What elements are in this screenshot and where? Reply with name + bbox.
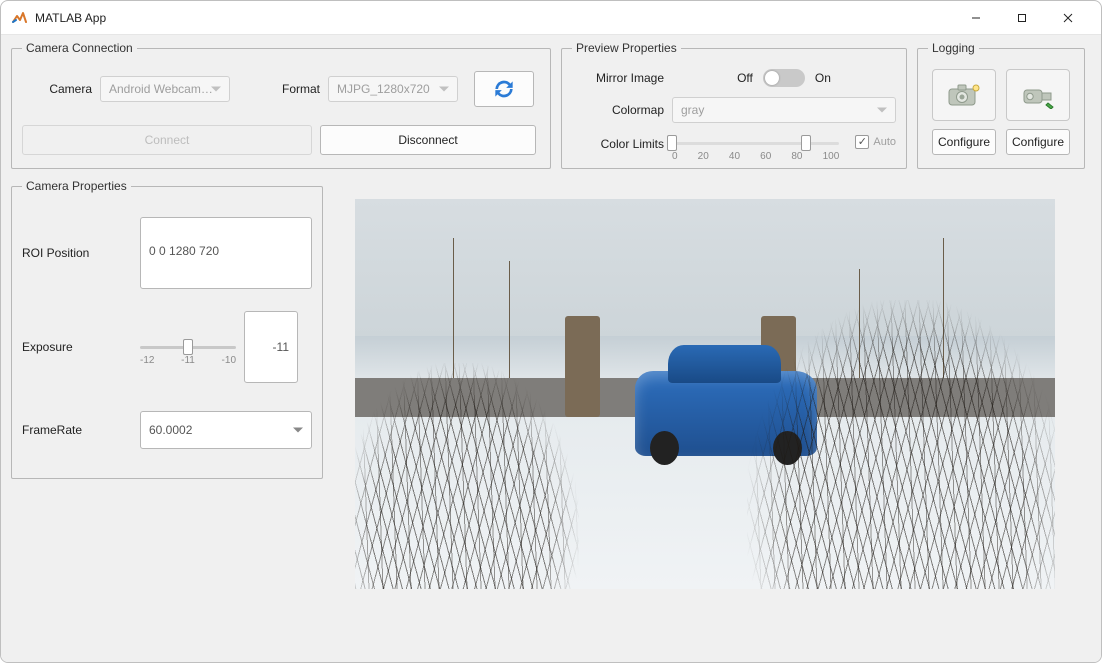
framerate-label: FrameRate — [22, 423, 132, 437]
format-select-value: MJPG_1280x720 — [337, 82, 430, 96]
matlab-logo-icon — [11, 10, 27, 26]
snapshot-log-button[interactable] — [932, 69, 996, 121]
app-window: MATLAB App Camera Connection Camera Andr… — [0, 0, 1102, 663]
colormap-label: Colormap — [572, 103, 664, 117]
exposure-slider[interactable]: -12 -11 -10 — [140, 337, 236, 357]
maximize-button[interactable] — [999, 3, 1045, 33]
roi-position-field[interactable]: 0 0 1280 720 — [140, 217, 312, 289]
connect-button[interactable]: Connect — [22, 125, 312, 155]
color-limits-slider[interactable]: 0 20 40 60 80 100 — [672, 133, 839, 153]
camera-select-value: Android Webcam… — [109, 82, 213, 96]
mirror-image-label: Mirror Image — [572, 71, 664, 85]
camera-icon — [946, 81, 982, 109]
exposure-label: Exposure — [22, 340, 132, 354]
preview-area — [355, 199, 1055, 589]
chevron-down-icon — [293, 428, 303, 433]
camera-connection-panel: Camera Connection Camera Android Webcam…… — [11, 41, 551, 169]
video-log-button[interactable] — [1006, 69, 1070, 121]
roi-position-label: ROI Position — [22, 246, 132, 260]
chevron-down-icon — [877, 108, 887, 113]
color-limits-thumb-high[interactable] — [801, 135, 811, 151]
chevron-down-icon — [439, 87, 449, 92]
format-label: Format — [250, 82, 320, 96]
refresh-icon — [491, 76, 517, 102]
preview-properties-panel: Preview Properties Mirror Image Off On C… — [561, 41, 907, 169]
auto-label: Auto — [873, 136, 896, 148]
color-limits-ticks: 0 20 40 60 80 100 — [672, 151, 839, 162]
camera-properties-legend: Camera Properties — [22, 179, 131, 193]
colormap-select[interactable]: gray — [672, 97, 896, 123]
preview-properties-legend: Preview Properties — [572, 41, 681, 55]
close-button[interactable] — [1045, 3, 1091, 33]
roi-position-value: 0 0 1280 720 — [149, 244, 219, 258]
exposure-field[interactable]: -11 — [244, 311, 298, 383]
connect-button-label: Connect — [145, 133, 190, 147]
configure-snapshot-label: Configure — [938, 135, 990, 149]
logging-legend: Logging — [928, 41, 979, 55]
auto-checkbox[interactable] — [855, 135, 869, 149]
framerate-value: 60.0002 — [149, 423, 192, 437]
color-limits-label: Color Limits — [572, 133, 664, 151]
mirror-toggle[interactable] — [763, 69, 805, 87]
camera-select[interactable]: Android Webcam… — [100, 76, 230, 102]
color-limits-thumb-low[interactable] — [667, 135, 677, 151]
refresh-button[interactable] — [474, 71, 534, 107]
camcorder-icon — [1020, 81, 1056, 109]
disconnect-button-label: Disconnect — [398, 133, 457, 147]
camera-label: Camera — [22, 82, 92, 96]
mirror-on-label: On — [815, 71, 831, 85]
configure-video-button[interactable]: Configure — [1006, 129, 1070, 155]
disconnect-button[interactable]: Disconnect — [320, 125, 536, 155]
exposure-thumb[interactable] — [183, 339, 193, 355]
window-title: MATLAB App — [35, 11, 106, 25]
camera-connection-legend: Camera Connection — [22, 41, 137, 55]
colormap-select-value: gray — [681, 103, 704, 117]
mirror-off-label: Off — [737, 71, 753, 85]
configure-video-label: Configure — [1012, 135, 1064, 149]
format-select[interactable]: MJPG_1280x720 — [328, 76, 458, 102]
camera-properties-panel: Camera Properties ROI Position 0 0 1280 … — [11, 179, 323, 479]
framerate-select[interactable]: 60.0002 — [140, 411, 312, 449]
client-area: Camera Connection Camera Android Webcam…… — [1, 35, 1101, 662]
exposure-ticks: -12 -11 -10 — [140, 355, 236, 366]
exposure-value: -11 — [273, 340, 289, 354]
minimize-button[interactable] — [953, 3, 999, 33]
configure-snapshot-button[interactable]: Configure — [932, 129, 996, 155]
logging-panel: Logging — [917, 41, 1085, 169]
chevron-down-icon — [211, 87, 221, 92]
titlebar: MATLAB App — [1, 1, 1101, 35]
